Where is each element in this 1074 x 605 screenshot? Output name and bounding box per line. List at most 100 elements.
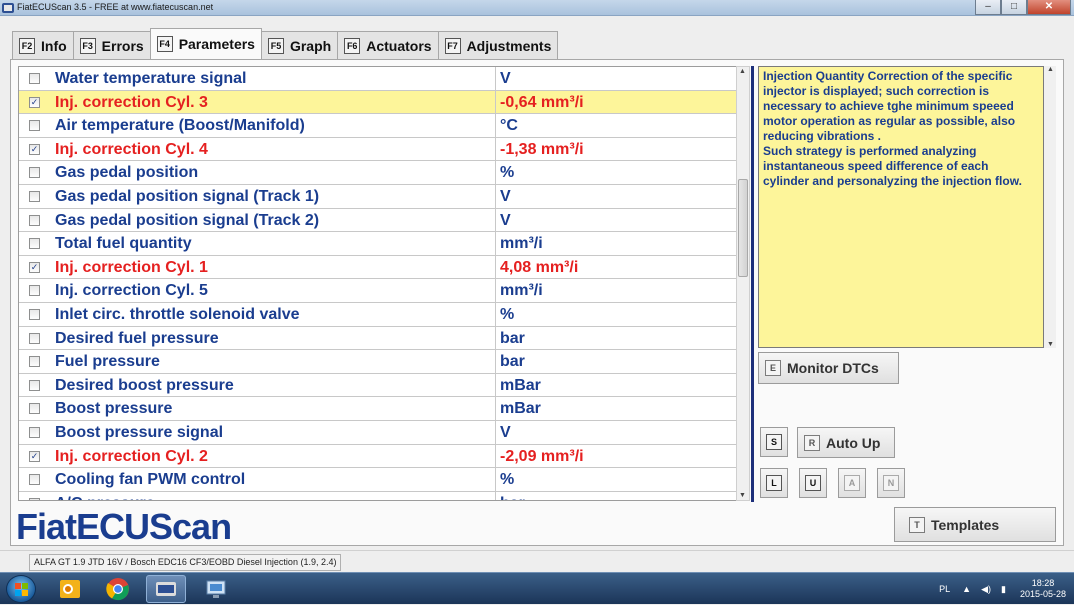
- parameter-value: -2,09 mm³/i: [500, 447, 584, 465]
- parameter-row[interactable]: Total fuel quantity mm³/i: [19, 232, 737, 256]
- tab-key: F6: [344, 37, 361, 54]
- taskbar-outlook[interactable]: [50, 575, 90, 603]
- parameter-row[interactable]: Desired boost pressure mBar: [19, 373, 737, 398]
- parameter-row[interactable]: Boost pressure signal V: [19, 420, 737, 445]
- clock[interactable]: 18:28 2015-05-28: [1020, 578, 1066, 600]
- tab-errors[interactable]: F3 Errors: [72, 31, 151, 59]
- parameter-value: mm³/i: [500, 282, 543, 300]
- start-button[interactable]: [6, 575, 36, 603]
- parameter-row[interactable]: Cooling fan PWM control%: [19, 468, 737, 492]
- parameter-row[interactable]: A/C pressure bar: [19, 491, 737, 500]
- parameter-row[interactable]: Gas pedal position signal (Track 2) V: [19, 208, 737, 233]
- parameter-checkbox[interactable]: [29, 474, 40, 486]
- tab-parameters[interactable]: F4 Parameters: [149, 28, 262, 59]
- column-separator: [495, 491, 496, 500]
- parameter-checkbox[interactable]: [29, 497, 40, 500]
- parameter-row[interactable]: ✓ Inj. correction Cyl. 4 -1,38 mm³/i: [19, 137, 737, 162]
- title-bar: FiatECUScan 3.5 - FREE at www.fiatecusca…: [0, 0, 1074, 16]
- parameter-checkbox[interactable]: [29, 120, 40, 132]
- parameter-description: Injection Quantity Correction of the spe…: [758, 66, 1044, 348]
- column-separator: [495, 420, 496, 444]
- parameter-row[interactable]: ✓ Inj. correction Cyl. 1 4,08 mm³/i: [19, 255, 737, 280]
- parameter-checkbox[interactable]: [29, 332, 40, 344]
- scroll-up-icon[interactable]: ▲: [1047, 66, 1054, 73]
- parameter-name: Cooling fan PWM control: [55, 471, 246, 489]
- volume-icon[interactable]: ◀): [981, 584, 991, 595]
- parameter-name: Air temperature (Boost/Manifold): [55, 117, 305, 135]
- scroll-up-icon[interactable]: ▲: [739, 68, 746, 75]
- parameter-checkbox[interactable]: [29, 167, 40, 179]
- parameter-checkbox[interactable]: ✓: [29, 450, 40, 462]
- taskbar-network[interactable]: [196, 575, 236, 603]
- parameter-checkbox[interactable]: [29, 285, 40, 297]
- show-hidden-icons-icon[interactable]: ▲: [962, 584, 971, 594]
- tab-key: F2: [19, 37, 35, 54]
- car-diagnostic-icon: [156, 582, 176, 596]
- parameter-value: bar: [500, 495, 525, 500]
- parameter-checkbox[interactable]: [29, 73, 40, 84]
- parameter-checkbox[interactable]: ✓: [29, 143, 40, 155]
- parameter-checkbox[interactable]: [29, 379, 40, 391]
- battery-icon[interactable]: ▮: [1001, 584, 1006, 595]
- parameter-name: Desired boost pressure: [55, 376, 234, 394]
- tab-key: F3: [79, 37, 96, 54]
- column-separator: [495, 302, 496, 326]
- system-tray: PL ▲ ◀) ▮ 18:28 2015-05-28: [939, 573, 1066, 605]
- tab-label: Adjustments: [466, 37, 552, 54]
- scrollbar-thumb[interactable]: [738, 179, 748, 277]
- parameter-checkbox[interactable]: [29, 426, 40, 438]
- taskbar-fiatecuscan[interactable]: [146, 575, 186, 603]
- scroll-down-icon[interactable]: ▼: [1047, 341, 1054, 348]
- parameter-checkbox[interactable]: [29, 214, 40, 226]
- language-indicator[interactable]: PL: [939, 584, 950, 594]
- parameter-checkbox[interactable]: [29, 238, 40, 250]
- parameter-row[interactable]: Gas pedal position signal (Track 1) V: [19, 184, 737, 209]
- button-label: Monitor DTCs: [787, 360, 879, 376]
- s-button[interactable]: S: [760, 427, 788, 457]
- parameter-value: 4,08 mm³/i: [500, 258, 579, 276]
- parameter-row[interactable]: Desired fuel pressure bar: [19, 326, 737, 351]
- parameters-scrollbar[interactable]: ▲ ▼: [736, 66, 750, 501]
- parameters-table[interactable]: Water temperature signal V ✓ Inj. correctio…: [18, 66, 738, 501]
- parameter-row[interactable]: Water temperature signal V: [19, 67, 737, 91]
- close-button[interactable]: ✕: [1027, 0, 1071, 15]
- parameter-value: bar: [500, 329, 525, 347]
- auto-up-button[interactable]: R Auto Up: [797, 427, 895, 458]
- parameter-checkbox[interactable]: ✓: [29, 96, 40, 108]
- parameter-row[interactable]: ✓ Inj. correction Cyl. 3 -0,64 mm³/i: [19, 90, 737, 115]
- scroll-down-icon[interactable]: ▼: [739, 492, 746, 499]
- key-hint: R: [804, 434, 820, 451]
- parameter-checkbox[interactable]: [29, 308, 40, 320]
- maximize-button[interactable]: □: [1001, 0, 1027, 15]
- taskbar: PL ▲ ◀) ▮ 18:28 2015-05-28: [0, 572, 1074, 604]
- parameter-checkbox[interactable]: ✓: [29, 261, 40, 273]
- description-scrollbar[interactable]: ▲ ▼: [1044, 66, 1056, 348]
- parameter-name: Boost pressure signal: [55, 423, 224, 441]
- parameter-name: Inj. correction Cyl. 3: [55, 93, 208, 111]
- parameter-row[interactable]: Gas pedal position%: [19, 161, 737, 185]
- parameter-row[interactable]: ✓ Inj. correction Cyl. 2 -2,09 mm³/i: [19, 444, 737, 469]
- tab-actuators[interactable]: F6 Actuators: [337, 31, 439, 59]
- parameter-row[interactable]: Boost pressure mBar: [19, 397, 737, 421]
- l-button[interactable]: L: [760, 468, 788, 498]
- tab-graph[interactable]: F5 Graph: [260, 31, 339, 59]
- parameter-checkbox[interactable]: [29, 190, 40, 202]
- a-button[interactable]: A: [838, 468, 866, 498]
- parameter-row[interactable]: Fuel pressure bar: [19, 350, 737, 374]
- parameter-row[interactable]: Inj. correction Cyl. 5 mm³/i: [19, 279, 737, 303]
- parameter-name: Water temperature signal: [55, 70, 247, 87]
- parameter-name: Fuel pressure: [55, 353, 160, 371]
- tab-adjustments[interactable]: F7 Adjustments: [437, 31, 559, 59]
- n-button[interactable]: N: [877, 468, 905, 498]
- parameter-row[interactable]: Air temperature (Boost/Manifold) °C: [19, 114, 737, 138]
- taskbar-chrome[interactable]: [98, 575, 138, 603]
- parameter-row[interactable]: Inlet circ. throttle solenoid valve%: [19, 302, 737, 327]
- parameter-checkbox[interactable]: [29, 356, 40, 368]
- u-button[interactable]: U: [799, 468, 827, 498]
- monitor-dtcs-button[interactable]: E Monitor DTCs: [758, 352, 899, 384]
- tab-info[interactable]: F2 Info: [12, 31, 74, 59]
- minimize-button[interactable]: –: [975, 0, 1001, 15]
- templates-button[interactable]: T Templates: [894, 507, 1056, 542]
- column-separator: [495, 373, 496, 397]
- parameter-checkbox[interactable]: [29, 403, 40, 415]
